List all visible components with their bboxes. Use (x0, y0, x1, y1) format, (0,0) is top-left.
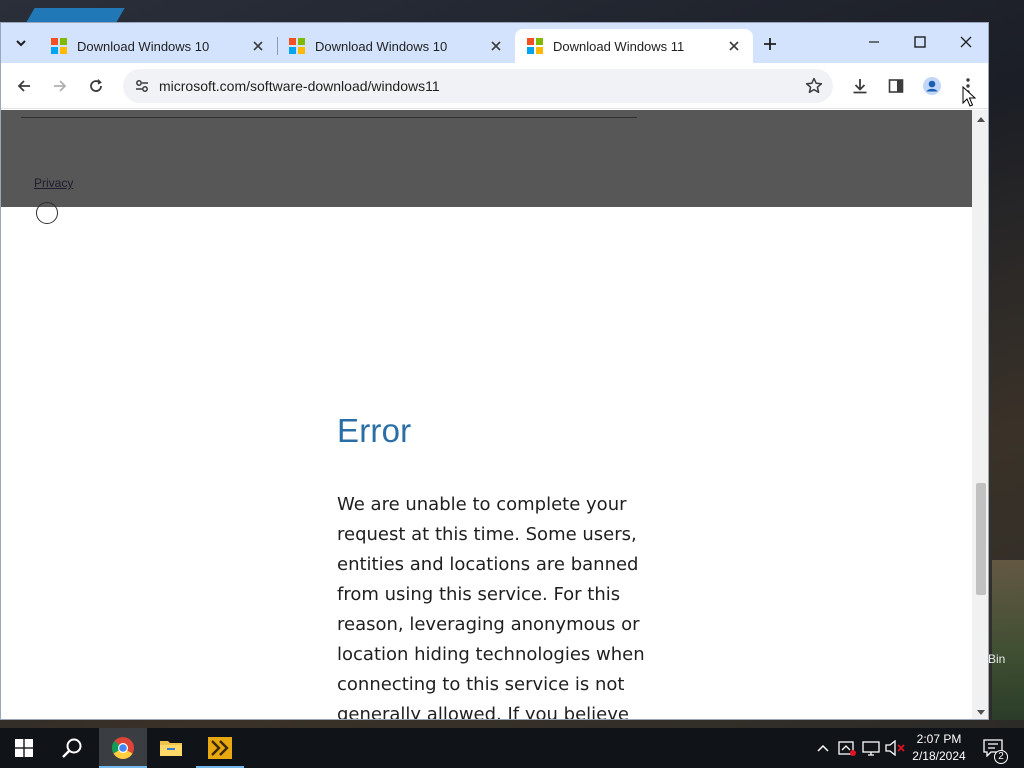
taskbar: 2:07 PM 2/18/2024 2 (0, 728, 1024, 768)
folder-icon (160, 741, 182, 756)
close-icon (491, 41, 501, 51)
mouse-cursor-icon (962, 86, 976, 107)
browser-toolbar: microsoft.com/software-download/windows1… (1, 63, 988, 109)
tune-icon (136, 80, 148, 92)
microsoft-logo-icon (289, 38, 305, 54)
network-icon-button[interactable] (860, 738, 882, 758)
page-scrollbar[interactable] (972, 110, 988, 719)
clock-date: 2/18/2024 (912, 749, 966, 763)
star-icon (805, 77, 823, 94)
volume-muted-icon (885, 740, 905, 756)
app-icon (208, 737, 232, 759)
tab-download-windows-11[interactable]: Download Windows 11 (515, 29, 753, 63)
close-window-button[interactable] (943, 27, 988, 57)
maximize-icon (914, 36, 926, 48)
tab-close-button[interactable] (249, 37, 267, 55)
downloads-button[interactable] (845, 71, 875, 101)
clock-time: 2:07 PM (916, 732, 962, 746)
chrome-icon (112, 737, 134, 759)
tab-close-button[interactable] (725, 37, 743, 55)
back-button[interactable] (9, 71, 39, 101)
side-panel-icon (888, 79, 904, 93)
start-button[interactable] (0, 728, 48, 768)
desktop-wallpaper-fragment (992, 560, 1024, 720)
search-icon (62, 738, 82, 758)
taskbar-chrome[interactable] (99, 728, 147, 768)
page-viewport: Privacy Error We are unable to complete … (1, 110, 972, 720)
tray-app-icon[interactable] (836, 738, 858, 758)
caret-up-icon (976, 116, 985, 122)
microsoft-logo-icon (527, 38, 543, 54)
minimize-button[interactable] (851, 27, 897, 57)
error-message: We are unable to complete your request a… (337, 494, 645, 720)
network-icon (862, 741, 880, 756)
download-icon (853, 79, 867, 94)
bookmark-button[interactable] (803, 75, 825, 97)
side-panel-button[interactable] (881, 71, 911, 101)
chevron-up-icon (817, 744, 829, 752)
error-heading: Error (337, 412, 412, 449)
notification-count-badge: 2 (994, 750, 1008, 764)
caret-down-icon (976, 709, 985, 715)
browser-window: Download Windows 10 Download Windows 10 … (0, 22, 989, 720)
close-icon (729, 41, 739, 51)
volume-button[interactable] (884, 738, 906, 758)
avatar-icon (923, 77, 941, 95)
shield-warning-icon (838, 741, 856, 756)
show-hidden-icons-button[interactable] (812, 738, 834, 758)
profile-button[interactable] (917, 71, 947, 101)
windows-start-icon (15, 739, 33, 757)
new-tab-button[interactable] (757, 31, 783, 57)
reload-button[interactable] (81, 71, 111, 101)
close-icon (253, 41, 263, 51)
footer-divider (21, 117, 637, 118)
url-text[interactable]: microsoft.com/software-download/windows1… (159, 78, 440, 94)
recycle-bin-label[interactable]: Bin (988, 652, 1024, 666)
site-info-button[interactable] (131, 75, 153, 97)
privacy-link[interactable]: Privacy (34, 176, 73, 190)
scroll-up-button[interactable] (972, 110, 988, 127)
system-clock[interactable]: 2:07 PM 2/18/2024 (904, 731, 974, 765)
tab-close-button[interactable] (487, 37, 505, 55)
tab-download-windows-10-b[interactable]: Download Windows 10 (277, 29, 515, 63)
search-button[interactable] (48, 728, 96, 768)
scroll-thumb[interactable] (976, 483, 986, 595)
maximize-button[interactable] (897, 27, 943, 57)
tab-strip: Download Windows 10 Download Windows 10 … (1, 23, 988, 63)
footer-circle-icon (36, 202, 58, 224)
chevron-down-icon (16, 40, 26, 47)
address-bar[interactable]: microsoft.com/software-download/windows1… (123, 69, 833, 103)
arrow-left-icon (17, 80, 30, 92)
tab-search-button[interactable] (9, 31, 33, 55)
tab-title: Download Windows 10 (315, 38, 448, 54)
arrow-right-icon (54, 80, 67, 92)
reload-icon (90, 79, 102, 92)
scroll-down-button[interactable] (972, 704, 988, 719)
tab-download-windows-10-a[interactable]: Download Windows 10 (39, 29, 277, 63)
tab-title: Download Windows 11 (553, 38, 685, 54)
forward-button[interactable] (45, 71, 75, 101)
minimize-icon (869, 41, 879, 43)
microsoft-logo-icon (51, 38, 67, 54)
taskbar-file-explorer[interactable] (147, 728, 195, 768)
plus-icon (764, 38, 776, 50)
taskbar-app[interactable] (196, 728, 244, 768)
close-icon (960, 36, 972, 48)
tab-title: Download Windows 10 (77, 38, 210, 54)
page-footer-overlay: Privacy (1, 110, 972, 224)
